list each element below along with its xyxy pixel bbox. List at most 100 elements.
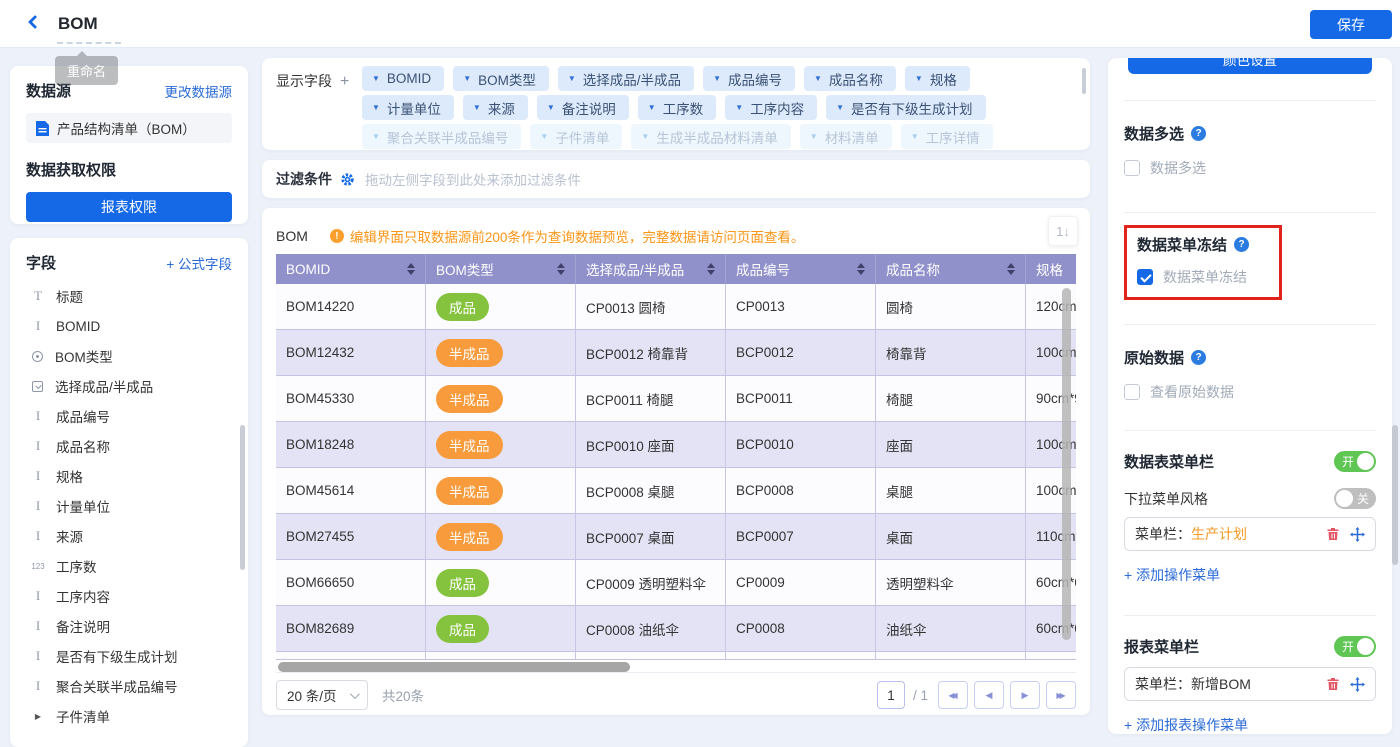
table-header-cell[interactable]: 选择成品/半成品 xyxy=(576,254,726,284)
sort-icon[interactable] xyxy=(857,263,865,275)
sort-icon[interactable] xyxy=(1007,263,1015,275)
report-menu-item[interactable]: 菜单栏：新增BOM xyxy=(1124,667,1376,701)
table-menu-item[interactable]: 菜单栏：生产计划 xyxy=(1124,517,1376,551)
table-menu-toggle[interactable]: 开 xyxy=(1334,451,1376,472)
last-page-button[interactable]: ▶▶ xyxy=(1046,681,1076,709)
field-item[interactable]: 成品名称 xyxy=(26,431,232,461)
field-item[interactable]: 工序数 xyxy=(26,551,232,581)
field-item[interactable]: 聚合关联半成品编号 xyxy=(26,671,232,701)
add-formula-field-link[interactable]: + 公式字段 xyxy=(166,253,232,273)
display-field-chip[interactable]: ▼成品名称 xyxy=(804,66,896,91)
report-menu-toggle[interactable]: 开 xyxy=(1334,636,1376,657)
display-field-chip[interactable]: ▼规格 xyxy=(905,66,970,91)
sort-order-icon[interactable]: 1↓ xyxy=(1048,216,1078,246)
field-item[interactable]: 选择成品/半成品 xyxy=(26,371,232,401)
table-vertical-scrollbar[interactable] xyxy=(1062,288,1071,640)
color-settings-button[interactable]: 颜色设置 xyxy=(1128,58,1372,74)
change-datasource-link[interactable]: 更改数据源 xyxy=(165,81,233,101)
table-row[interactable]: BOM18248半成品BCP0010 座面BCP0010座面100cm* xyxy=(276,422,1076,468)
field-item[interactable]: 计量单位 xyxy=(26,491,232,521)
add-display-field-button[interactable]: + xyxy=(340,73,349,90)
delete-icon[interactable] xyxy=(1326,677,1340,691)
field-item[interactable]: BOM类型 xyxy=(26,341,232,371)
table-header-cell[interactable]: 成品编号 xyxy=(726,254,876,284)
field-item[interactable]: 成品编号 xyxy=(26,401,232,431)
field-item[interactable]: 标题 xyxy=(26,281,232,311)
display-field-chip[interactable]: ▼成品编号 xyxy=(703,66,795,91)
prev-page-button[interactable]: ◀ xyxy=(974,681,1004,709)
help-icon[interactable]: ? xyxy=(1234,237,1249,252)
move-icon[interactable] xyxy=(1350,677,1365,692)
table-row[interactable]: BOM66650成品CP0009 透明塑料伞CP0009透明塑料伞60cm*6 xyxy=(276,560,1076,606)
display-field-chip: ▼子件清单 xyxy=(530,124,622,149)
display-field-chip[interactable]: ▼选择成品/半成品 xyxy=(558,66,694,91)
table-row[interactable]: BOM45614半成品BCP0008 桌腿BCP0008桌腿100cm* xyxy=(276,468,1076,514)
field-item[interactable]: 是否有下级生成计划 xyxy=(26,641,232,671)
table-row[interactable]: BOM14220成品CP0013 圆椅CP0013圆椅120cm* xyxy=(276,284,1076,330)
chevron-down-icon: ▼ xyxy=(372,132,380,141)
cell-bomid: BOM66650 xyxy=(276,560,426,606)
report-permission-button[interactable]: 报表权限 xyxy=(26,192,232,222)
sort-icon[interactable] xyxy=(407,263,415,275)
display-field-chip[interactable]: ▼BOM类型 xyxy=(453,66,549,91)
field-item[interactable]: 工序内容 xyxy=(26,581,232,611)
display-fields-scrollbar[interactable] xyxy=(1082,68,1086,94)
display-field-chip[interactable]: ▼来源 xyxy=(463,95,528,120)
text-field-icon xyxy=(30,498,46,514)
text-field-icon xyxy=(30,468,46,484)
gear-icon[interactable] xyxy=(340,172,355,187)
field-item[interactable]: 规格 xyxy=(26,461,232,491)
menu-freeze-checkbox[interactable] xyxy=(1137,269,1153,285)
scrollbar-thumb[interactable] xyxy=(278,662,630,672)
table-horizontal-scrollbar[interactable] xyxy=(276,662,1076,672)
delete-icon[interactable] xyxy=(1326,527,1340,541)
back-icon[interactable] xyxy=(30,17,44,31)
table-row[interactable]: BOM45330半成品BCP0011 椅腿BCP0011椅腿90cm*9 xyxy=(276,376,1076,422)
table-header-cell[interactable]: BOMID xyxy=(276,254,426,284)
page-number-input[interactable]: 1 xyxy=(877,681,905,709)
cell-product-name: 椅腿 xyxy=(876,376,1026,422)
field-item[interactable]: 子件清单 xyxy=(26,701,232,731)
field-item[interactable]: 备注说明 xyxy=(26,611,232,641)
display-field-chip[interactable]: ▼工序数 xyxy=(638,95,716,120)
field-item[interactable]: BOMID xyxy=(26,311,232,341)
cell-product-code: BCP0011 xyxy=(726,376,876,422)
number-field-icon xyxy=(30,562,46,571)
warning-icon: ! xyxy=(330,229,344,243)
add-action-menu-link[interactable]: + 添加操作菜单 xyxy=(1124,565,1376,585)
next-page-button[interactable]: ▶ xyxy=(1010,681,1040,709)
save-button[interactable]: 保存 xyxy=(1310,10,1392,39)
sort-icon[interactable] xyxy=(557,263,565,275)
first-page-button[interactable]: ◀◀ xyxy=(938,681,968,709)
field-item[interactable]: 来源 xyxy=(26,521,232,551)
table-header-cell[interactable]: BOM类型 xyxy=(426,254,576,284)
page-size-select[interactable]: 20 条/页 xyxy=(276,680,368,710)
title-rename-underline[interactable] xyxy=(57,40,121,44)
multi-select-checkbox[interactable] xyxy=(1124,160,1140,176)
fields-scrollbar[interactable] xyxy=(240,425,245,570)
display-field-chip[interactable]: ▼计量单位 xyxy=(362,95,454,120)
add-report-action-menu-link[interactable]: + 添加报表操作菜单 xyxy=(1124,715,1376,734)
page-scrollbar[interactable] xyxy=(1392,425,1398,565)
datasource-item[interactable]: 产品结构清单（BOM） xyxy=(26,113,232,143)
help-icon[interactable]: ? xyxy=(1191,350,1206,365)
filter-dropzone-placeholder[interactable]: 拖动左侧字段到此处来添加过滤条件 xyxy=(365,169,581,189)
raw-data-checkbox[interactable] xyxy=(1124,384,1140,400)
sort-icon[interactable] xyxy=(707,263,715,275)
display-field-chip[interactable]: ▼备注说明 xyxy=(537,95,629,120)
radio-field-icon xyxy=(32,351,43,362)
table-row[interactable]: BOM82689成品CP0008 油纸伞CP0008油纸伞60cm*6 xyxy=(276,606,1076,652)
display-field-chip[interactable]: ▼工序内容 xyxy=(725,95,817,120)
table-row[interactable]: BOM27455半成品BCP0007 桌面BCP0007桌面110cm* xyxy=(276,514,1076,560)
table-header-cell[interactable]: 规格 xyxy=(1026,254,1076,284)
move-icon[interactable] xyxy=(1350,527,1365,542)
menu-freeze-title: 数据菜单冻结 xyxy=(1137,234,1227,255)
table-row[interactable]: BOM12432半成品BCP0012 椅靠背BCP0012椅靠背100cm* xyxy=(276,330,1076,376)
display-field-chip[interactable]: ▼BOMID xyxy=(362,66,444,91)
cell-product-code: BCP0008 xyxy=(726,468,876,514)
display-field-chip[interactable]: ▼是否有下级生成计划 xyxy=(826,95,985,120)
permission-title: 数据获取权限 xyxy=(26,159,232,180)
help-icon[interactable]: ? xyxy=(1191,126,1206,141)
dropdown-style-toggle[interactable]: 关 xyxy=(1334,488,1376,509)
table-header-cell[interactable]: 成品名称 xyxy=(876,254,1026,284)
